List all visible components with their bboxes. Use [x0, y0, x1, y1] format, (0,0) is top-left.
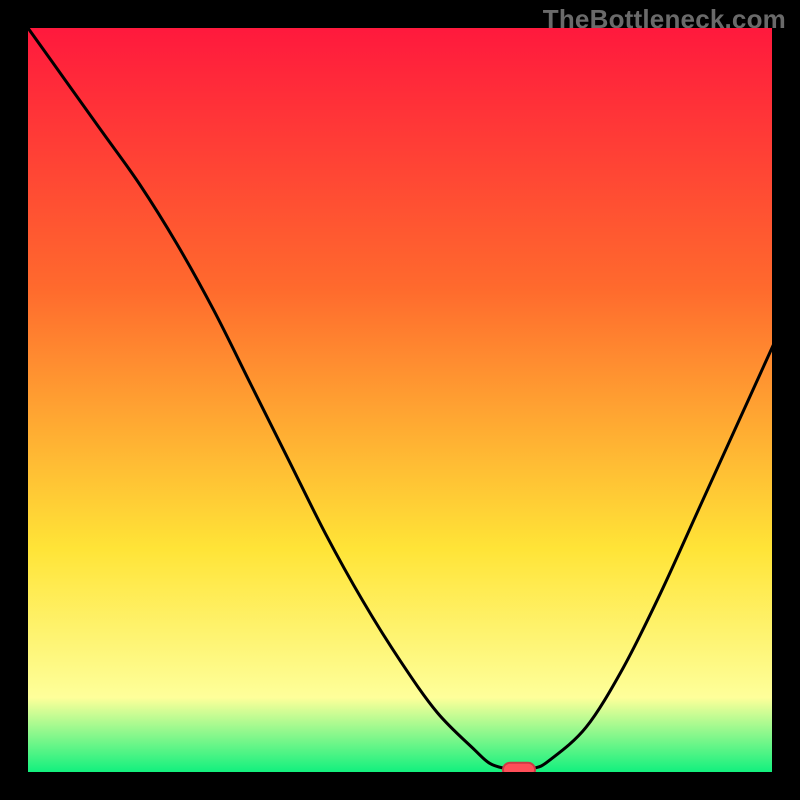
optimum-marker [503, 763, 535, 772]
chart-frame: TheBottleneck.com [0, 0, 800, 800]
bottleneck-chart [28, 28, 772, 772]
plot-area [28, 28, 772, 772]
